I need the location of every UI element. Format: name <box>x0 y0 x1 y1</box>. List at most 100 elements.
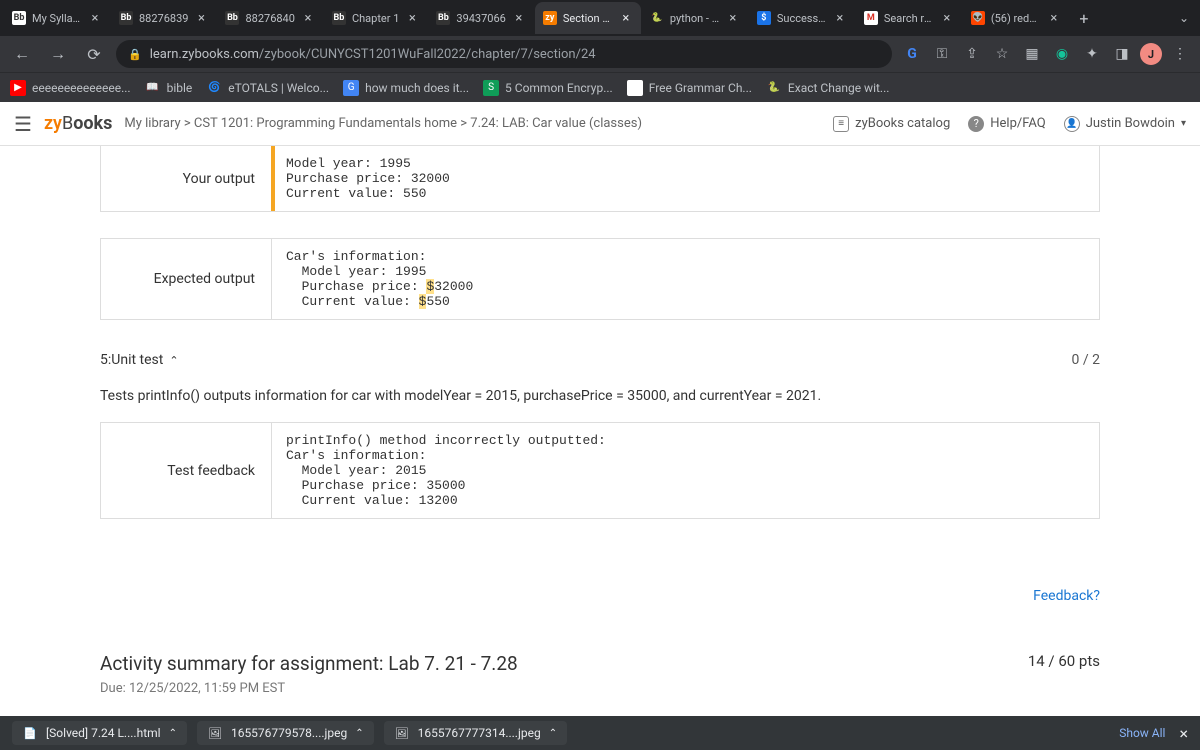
bookmark-icon: 📖 <box>145 80 161 96</box>
tab-favicon: M <box>864 11 878 25</box>
catalog-link[interactable]: ≡ zyBooks catalog <box>833 116 950 132</box>
tab-overflow-icon[interactable]: ⌄ <box>1172 11 1196 25</box>
close-icon[interactable]: × <box>1179 724 1188 743</box>
bookmark-item[interactable]: Ghow much does it... <box>343 80 469 96</box>
extensions-icon[interactable]: ✦ <box>1080 42 1104 66</box>
bookmark-item[interactable]: W Free Grammar Ch... <box>627 80 752 96</box>
file-icon: 📄 <box>22 725 38 741</box>
download-filename: 165576779578....jpeg <box>231 726 347 740</box>
bookmark-icon: 🐍 <box>766 80 782 96</box>
close-icon[interactable]: × <box>940 11 954 25</box>
expected-output-label: Expected output <box>101 239 271 319</box>
star-icon[interactable]: ☆ <box>990 42 1014 66</box>
sidepanel-icon[interactable]: ◨ <box>1110 42 1134 66</box>
tab-label: python - cs <box>670 12 720 25</box>
file-icon: 🖼 <box>207 725 223 741</box>
ext1-icon[interactable]: ▦ <box>1020 42 1044 66</box>
browser-tab[interactable]: 🐍 python - cs × <box>642 2 748 34</box>
download-item[interactable]: 🖼 165576779578....jpeg ⌃ <box>197 721 374 745</box>
close-icon[interactable]: × <box>726 11 740 25</box>
nav-bar: ← → ⟳ 🔒 learn.zybooks.com/zybook/CUNYCST… <box>0 36 1200 72</box>
your-output-label: Your output <box>101 146 271 211</box>
test-feedback-label: Test feedback <box>101 423 271 518</box>
browser-tab[interactable]: BbChapter 1× <box>324 2 427 34</box>
catalog-icon: ≡ <box>833 116 849 132</box>
close-icon[interactable]: × <box>833 11 847 25</box>
help-icon: ? <box>968 116 984 132</box>
browser-tab[interactable]: 👽(56) reddit.× <box>963 2 1069 34</box>
address-bar[interactable]: 🔒 learn.zybooks.com/zybook/CUNYCST1201Wu… <box>116 40 892 68</box>
download-filename: 1655767777314....jpeg <box>418 726 541 740</box>
browser-tab[interactable]: zySection 7.24× <box>535 2 641 34</box>
browser-tab[interactable]: Bb88276839× <box>111 2 216 34</box>
close-icon[interactable]: × <box>619 11 633 25</box>
profile-avatar[interactable]: J <box>1140 43 1162 65</box>
breadcrumb[interactable]: My library > CST 1201: Programming Funda… <box>124 116 642 131</box>
close-icon[interactable]: × <box>88 11 102 25</box>
bookmark-label: Free Grammar Ch... <box>649 81 752 95</box>
share-icon[interactable]: ⇪ <box>960 42 984 66</box>
browser-tab[interactable]: Bb My Syllabus × <box>4 2 110 34</box>
main-content: Your output Model year: 1995 Purchase pr… <box>0 146 1200 716</box>
unit-test-section: 5:Unit test ⌃ 0 / 2 Tests printInfo() ou… <box>100 346 1100 565</box>
tab-favicon: zy <box>543 11 557 25</box>
forward-button[interactable]: → <box>44 40 72 68</box>
feedback-link[interactable]: Feedback? <box>1033 588 1100 604</box>
activity-due: Due: 12/25/2022, 11:59 PM EST <box>100 681 1100 696</box>
bookmark-item[interactable]: S5 Common Encryp... <box>483 80 613 96</box>
tab-strip: BbMy Syllabus×Bb88276839×Bb88276840×BbCh… <box>0 0 1200 36</box>
tab-label: My Syllabus <box>32 12 82 25</box>
test-score: 0 / 2 <box>1072 352 1100 368</box>
user-icon: 👤 <box>1064 116 1080 132</box>
browser-tab[interactable]: $Success Cc× <box>749 2 855 34</box>
activity-points: 14 / 60 pts <box>1028 652 1100 670</box>
bookmark-label: how much does it... <box>365 81 469 95</box>
browser-tab[interactable]: Bb88276840× <box>217 2 322 34</box>
help-link[interactable]: ? Help/FAQ <box>968 116 1045 132</box>
close-icon[interactable]: × <box>301 11 315 25</box>
browser-tab[interactable]: Bb 39437066 × <box>428 2 533 34</box>
new-tab-button[interactable]: + <box>1070 4 1098 32</box>
menu-icon[interactable]: ⋮ <box>1168 42 1192 66</box>
chevron-up-icon[interactable]: ⌃ <box>169 728 177 739</box>
tab-favicon: $ <box>757 11 771 25</box>
close-icon[interactable]: × <box>194 11 208 25</box>
close-icon[interactable]: × <box>405 11 419 25</box>
grammarly-icon[interactable]: ◉ <box>1050 42 1074 66</box>
tab-favicon: Bb <box>436 11 450 25</box>
chevron-up-icon[interactable]: ⌃ <box>355 728 363 739</box>
zybooks-logo[interactable]: zyBooks <box>44 113 112 134</box>
menu-button[interactable]: ☰ <box>14 112 32 136</box>
tab-favicon: Bb <box>225 11 239 25</box>
download-item[interactable]: 📄[Solved] 7.24 L....html⌃ <box>12 721 187 745</box>
test-result-block: Your output Model year: 1995 Purchase pr… <box>100 146 1100 212</box>
bookmark-item[interactable]: ▶eeeeeeeeeeeeee... <box>10 80 131 96</box>
bookmark-item[interactable]: 📖 bible <box>145 80 193 96</box>
tab-label: (56) reddit. <box>991 12 1041 25</box>
user-menu[interactable]: 👤 Justin Bowdoin ▾ <box>1064 116 1186 132</box>
back-button[interactable]: ← <box>8 40 36 68</box>
chevron-up-icon[interactable]: ⌃ <box>549 728 557 739</box>
tab-favicon: Bb <box>12 11 26 25</box>
bookmark-label: bible <box>167 81 193 95</box>
download-item[interactable]: 🖼1655767777314....jpeg⌃ <box>384 721 567 745</box>
test-toggle[interactable]: 5:Unit test ⌃ <box>100 352 179 368</box>
key-icon[interactable]: ⚿ <box>930 42 954 66</box>
tab-label: 39437066 <box>456 12 505 25</box>
show-all-link[interactable]: Show All <box>1119 726 1165 740</box>
activity-summary: 14 / 60 pts Activity summary for assignm… <box>100 624 1100 706</box>
bookmark-item[interactable]: 🐍Exact Change wit... <box>766 80 890 96</box>
google-icon[interactable]: G <box>900 42 924 66</box>
test-description: Tests printInfo() outputs information fo… <box>100 374 1100 422</box>
bookmark-label: 5 Common Encryp... <box>505 81 613 95</box>
close-icon[interactable]: × <box>512 11 526 25</box>
test-feedback-block: Test feedback printInfo() method incorre… <box>100 422 1100 519</box>
tab-favicon: 🐍 <box>650 11 664 25</box>
reload-button[interactable]: ⟳ <box>80 40 108 68</box>
browser-tab[interactable]: MSearch resu× <box>856 2 962 34</box>
bookmark-icon: G <box>343 80 359 96</box>
bookmark-item[interactable]: 🌀eTOTALS | Welco... <box>206 80 329 96</box>
chevron-down-icon: ▾ <box>1181 118 1186 129</box>
bookmark-icon: W <box>627 80 643 96</box>
close-icon[interactable]: × <box>1047 11 1061 25</box>
